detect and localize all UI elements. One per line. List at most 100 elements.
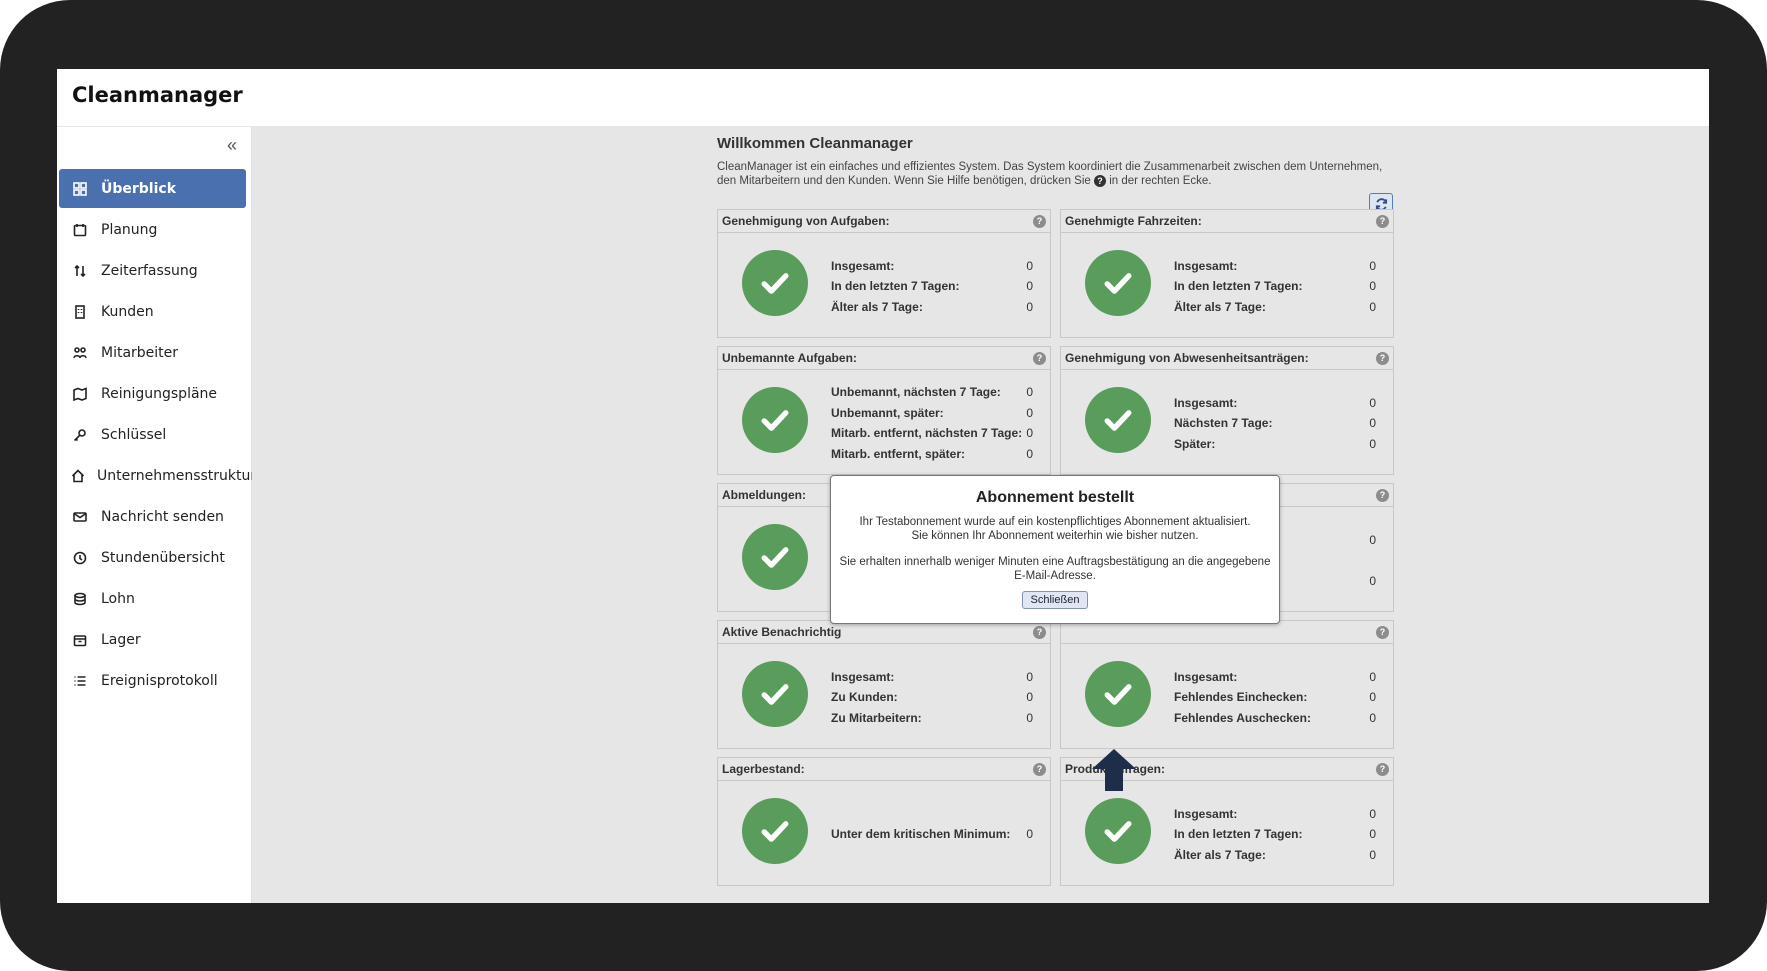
stat-value: 0: [1369, 299, 1376, 314]
sidebar: « Überblick Planung Zeiterfassung Kunden: [57, 127, 256, 903]
sidebar-item-nachricht-senden[interactable]: Nachricht senden: [59, 497, 246, 536]
coins-icon: [71, 590, 89, 608]
help-icon[interactable]: ?: [1376, 215, 1389, 228]
sidebar-item-kunden[interactable]: Kunden: [59, 292, 246, 331]
panel-title-text: Genehmigung von Aufgaben:: [722, 214, 890, 228]
stat-value: 0: [1026, 827, 1033, 841]
stat-value: 0: [1026, 405, 1033, 420]
help-icon[interactable]: ?: [1033, 626, 1046, 639]
stat-row: Mitarb. entfernt, später: 0: [831, 444, 1033, 465]
panel-title: Aktive Benachrichtig?: [718, 621, 1050, 644]
stat-value: 0: [1026, 426, 1033, 441]
panel-title: Genehmigung von Abwesenheitsanträgen:?: [1061, 347, 1393, 370]
sidebar-item-mitarbeiter[interactable]: Mitarbeiter: [59, 333, 246, 372]
sidebar-item-zeiterfassung[interactable]: Zeiterfassung: [59, 251, 246, 290]
panel-title-text: Abmeldungen:: [722, 488, 806, 502]
help-icon[interactable]: ?: [1033, 763, 1046, 776]
sidebar-item-lager[interactable]: Lager: [59, 620, 246, 659]
sidebar-item-unternehmensstruktur[interactable]: Unternehmensstruktur: [59, 456, 256, 495]
intro-text-part-1: CleanManager ist ein einfaches und effiz…: [717, 161, 1383, 187]
help-icon[interactable]: ?: [1033, 352, 1046, 365]
page-title: Willkommen Cleanmanager: [717, 135, 913, 152]
stat-label: Nächsten 7 Tage:: [1174, 416, 1273, 430]
stat-row: Unbemannt, nächsten 7 Tage: 0: [831, 382, 1033, 403]
stat-row: Insgesamt: 0: [831, 255, 1033, 276]
panel-title: Unbemannte Aufgaben:?: [718, 347, 1050, 370]
subscription-dialog: Abonnement bestellt Ihr Testabonnement w…: [830, 475, 1280, 624]
stat-label: In den letzten 7 Tagen:: [1174, 279, 1303, 293]
stat-row: Mitarb. entfernt, nächsten 7 Tage: 0: [831, 423, 1033, 444]
help-icon[interactable]: ?: [1376, 489, 1389, 502]
check-icon: [1085, 387, 1151, 453]
collapse-sidebar-icon[interactable]: «: [227, 135, 237, 156]
intro-text: CleanManager ist ein einfaches und effiz…: [717, 160, 1397, 188]
panel-stats: Unbemannt, nächsten 7 Tage: 0 Unbemannt, s…: [831, 382, 1033, 464]
stat-row: Nächsten 7 Tage: 0: [1174, 413, 1376, 434]
panel-title-text: Lagerbestand:: [722, 762, 805, 776]
stat-row: Insgesamt: 0: [1174, 255, 1376, 276]
sidebar-item-ueberblick[interactable]: Überblick: [59, 169, 246, 208]
help-icon[interactable]: ?: [1376, 352, 1389, 365]
stat-row: Zu Kunden: 0: [831, 687, 1033, 708]
stat-value: 0: [1026, 385, 1033, 400]
dialog-message: Ihr Testabonnement wurde auf ein kostenp…: [831, 515, 1279, 583]
stat-label: Insgesamt:: [1174, 806, 1238, 821]
stat-value: 0: [1369, 395, 1376, 410]
home-icon: [71, 467, 85, 485]
help-icon[interactable]: ?: [1033, 215, 1046, 228]
stat-label: In den letzten 7 Tagen:: [1174, 827, 1303, 841]
arrows-updown-icon: [71, 262, 89, 280]
calendar-icon: [71, 221, 89, 239]
stat-row: Fehlendes Auschecken: 0: [1174, 707, 1376, 728]
close-button[interactable]: Schließen: [1021, 591, 1089, 609]
help-icon[interactable]: ?: [1376, 626, 1389, 639]
check-icon: [1085, 250, 1151, 316]
stat-value: 0: [1026, 690, 1033, 704]
stat-value: 0: [1026, 669, 1033, 684]
sidebar-item-stundenuebersicht[interactable]: Stundenübersicht: [59, 538, 246, 577]
main-content: Willkommen Cleanmanager CleanManager ist…: [252, 127, 1709, 903]
panel-title: Genehmigte Fahrzeiten:?: [1061, 210, 1393, 233]
sidebar-item-planung[interactable]: Planung: [59, 210, 246, 249]
key-icon: [71, 426, 89, 444]
stat-row: Zu Mitarbeitern: 0: [831, 707, 1033, 728]
help-icon[interactable]: ?: [1376, 763, 1389, 776]
stat-row: Älter als 7 Tage: 0: [1174, 844, 1376, 865]
panel-stats: Unter dem kritischen Minimum: 0: [831, 824, 1033, 845]
sidebar-item-reinigungsplaene[interactable]: Reinigungspläne: [59, 374, 246, 413]
panel-stats: Insgesamt: 0 In den letzten 7 Tagen: 0 Älter…: [1174, 255, 1376, 317]
sidebar-item-label: Reinigungspläne: [101, 385, 218, 402]
help-icon: ?: [1094, 175, 1106, 187]
stat-label: Unter dem kritischen Minimum:: [831, 827, 1011, 841]
stat-row: Unbemannt, später: 0: [831, 403, 1033, 424]
sidebar-item-lohn[interactable]: Lohn: [59, 579, 246, 618]
stat-label: Insgesamt:: [1174, 669, 1238, 684]
stat-value: 0: [1369, 669, 1376, 684]
list-icon: [71, 672, 89, 690]
check-icon: [742, 798, 808, 864]
device-frame: Cleanmanager « Überblick Planung Zeiterf…: [0, 0, 1767, 971]
stat-value: 0: [1026, 279, 1033, 293]
stat-value: 0: [1369, 806, 1376, 821]
check-icon: [1085, 798, 1151, 864]
app-window: Cleanmanager « Überblick Planung Zeiterf…: [57, 69, 1709, 903]
panel-stats: Insgesamt: 0 In den letzten 7 Tagen: 0 Älter…: [831, 255, 1033, 317]
stat-label: Später:: [1174, 436, 1216, 451]
dialog-line: E-Mail-Adresse.: [1014, 570, 1096, 582]
sidebar-item-label: Schlüssel: [101, 426, 167, 443]
stat-value: 0: [1369, 710, 1376, 725]
stat-label: Fehlendes Auschecken:: [1174, 710, 1311, 725]
stat-row: Insgesamt: 0: [831, 666, 1033, 687]
stat-label: Älter als 7 Tage:: [1174, 299, 1266, 314]
panel-title-text: Unbemannte Aufgaben:: [722, 351, 857, 365]
sidebar-item-label: Planung: [101, 221, 158, 238]
top-bar: Cleanmanager: [57, 69, 1709, 127]
stat-value: 0: [1026, 258, 1033, 273]
sidebar-item-schluessel[interactable]: Schlüssel: [59, 415, 246, 454]
stat-value: 0: [1026, 710, 1033, 725]
dashboard-panel: Lagerbestand:? Unter dem kritischen Minim…: [717, 757, 1051, 886]
dialog-line: Sie können Ihr Abonnement weiterhin wie …: [911, 530, 1199, 542]
sidebar-item-ereignisprotokoll[interactable]: Ereignisprotokoll: [59, 661, 246, 700]
stat-label: In den letzten 7 Tagen:: [831, 279, 960, 293]
panel-title-text: Genehmigte Fahrzeiten:: [1065, 214, 1202, 228]
